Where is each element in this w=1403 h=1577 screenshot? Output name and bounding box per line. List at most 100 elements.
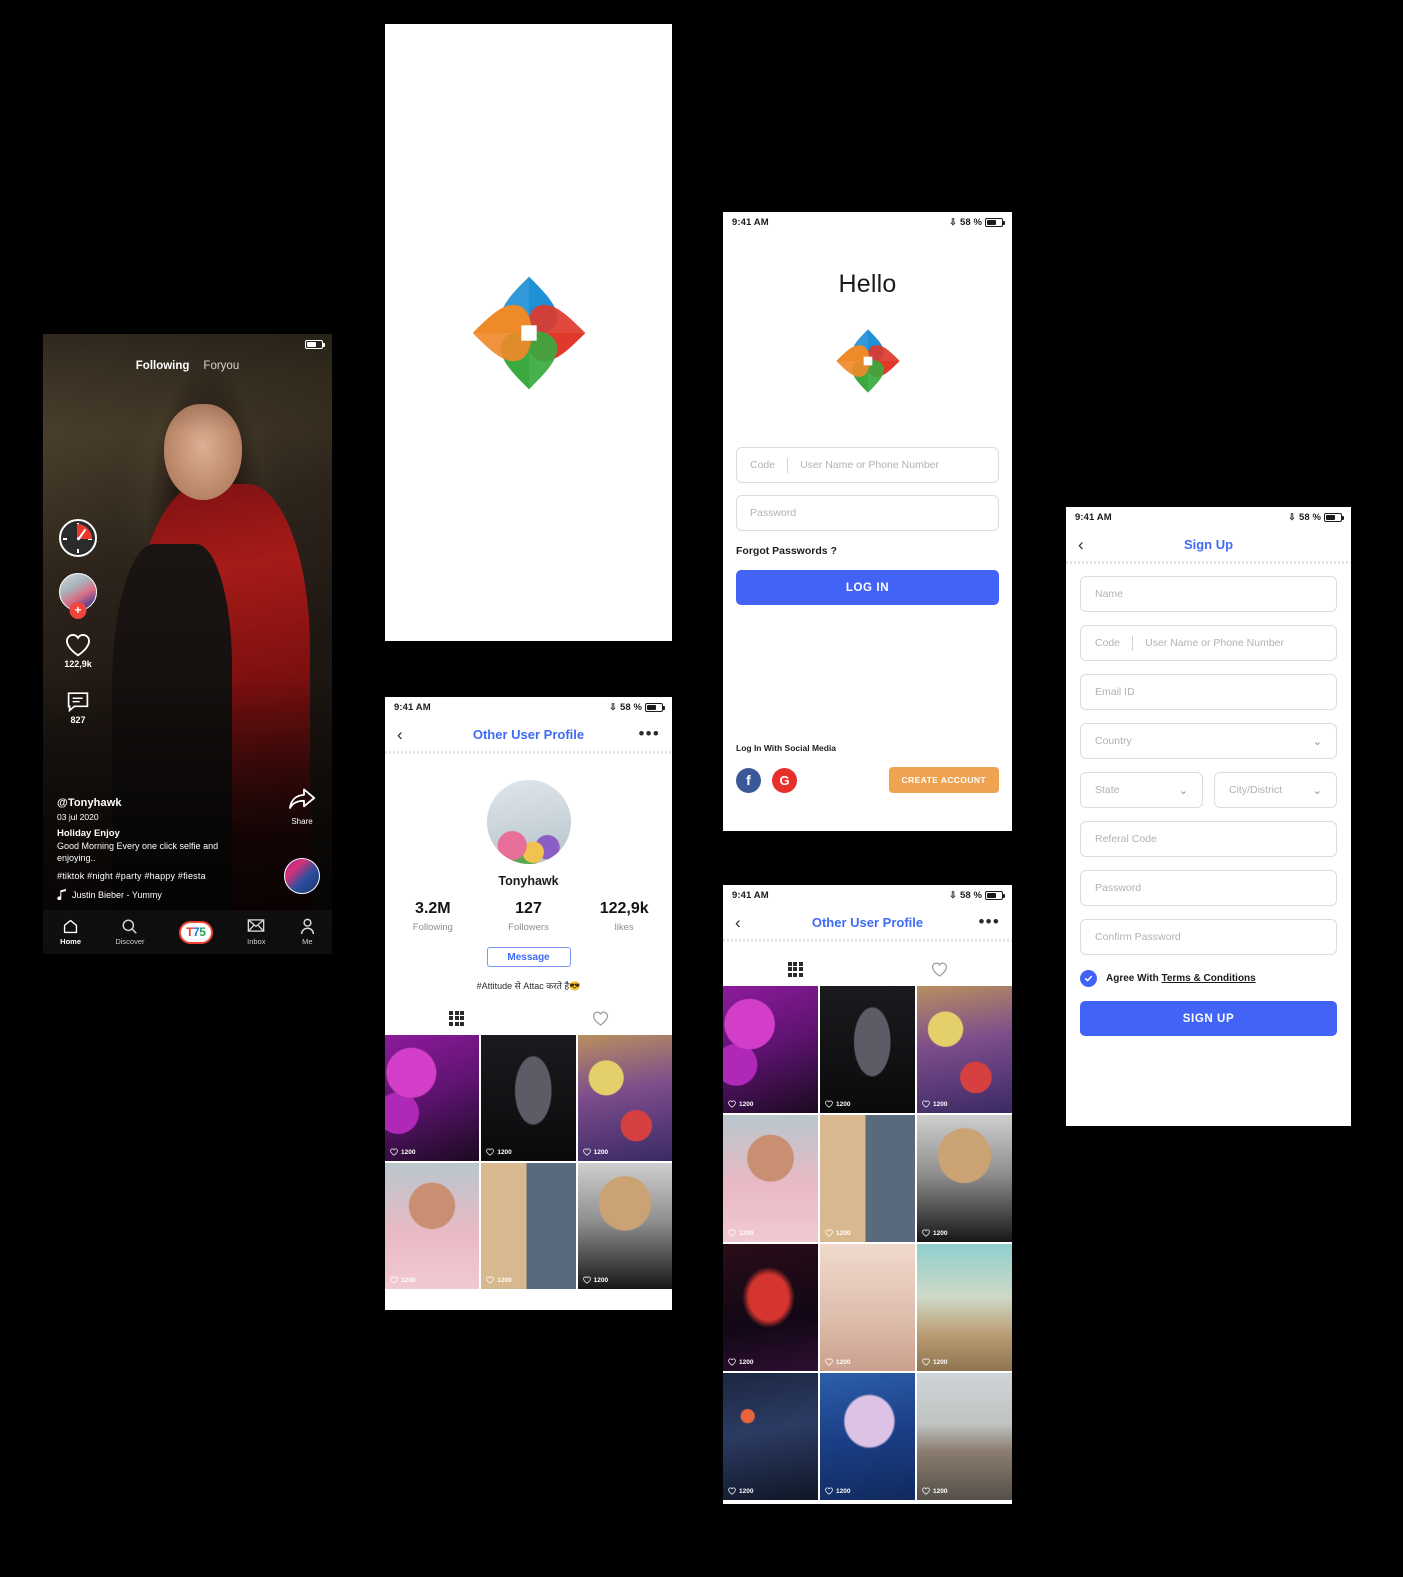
email-field[interactable]: Email ID xyxy=(1080,674,1337,710)
profile-bio: #Attitude से Attac करते है😎 xyxy=(476,981,581,991)
heart-icon xyxy=(728,1487,736,1495)
grid-photo-cell[interactable]: 1200 xyxy=(481,1035,576,1162)
photo-like-count: 1200 xyxy=(390,1148,415,1156)
search-icon xyxy=(115,918,144,935)
tab-foryou[interactable]: Foryou xyxy=(203,360,239,372)
grid-photo-cell[interactable]: 1200 xyxy=(917,1244,1012,1371)
name-field[interactable]: Name xyxy=(1080,576,1337,612)
tab-grid[interactable] xyxy=(723,956,868,982)
grid-photo-cell[interactable]: 1200 xyxy=(917,986,1012,1113)
photo-like-count: 1200 xyxy=(582,1276,608,1284)
music-title: Justin Bieber - Yummy xyxy=(72,889,162,900)
photo-like-count: 1200 xyxy=(728,1487,753,1495)
stat-likes[interactable]: 122,9k likes xyxy=(576,900,672,933)
music-disc-icon[interactable] xyxy=(59,519,97,557)
username-placeholder: User Name or Phone Number xyxy=(800,459,939,471)
caption-music[interactable]: Justin Bieber - Yummy xyxy=(57,889,247,900)
battery-percent: 58 % xyxy=(959,216,982,228)
agree-checkbox[interactable] xyxy=(1080,970,1097,987)
confirm-password-field[interactable]: Confirm Password xyxy=(1080,919,1337,955)
nav-home[interactable]: Home xyxy=(60,918,81,946)
share-arrow-icon xyxy=(289,788,316,809)
login-heading: Hello xyxy=(838,270,897,298)
password-placeholder: Password xyxy=(750,507,797,519)
share-label: Share xyxy=(291,817,313,826)
caption-username[interactable]: @Tonyhawk xyxy=(57,797,247,809)
grid-photo-cell[interactable]: 1200 xyxy=(385,1035,480,1162)
google-icon[interactable]: G xyxy=(772,767,797,793)
more-options-button[interactable]: ••• xyxy=(639,725,660,742)
bottom-nav: Home Discover T75 Inbox Me xyxy=(43,910,332,954)
person-icon xyxy=(300,918,315,935)
heart-icon xyxy=(592,1011,608,1026)
battery-icon xyxy=(985,890,1005,900)
battery-percent: 58 % xyxy=(1298,511,1321,523)
grid-photo-cell[interactable]: 1200 xyxy=(577,1163,672,1290)
chevron-down-icon: ⌄ xyxy=(1178,784,1188,797)
battery-icon xyxy=(985,217,1005,227)
nav-inbox[interactable]: Inbox xyxy=(247,918,265,946)
create-account-button[interactable]: CREATE ACCOUNT xyxy=(888,767,999,793)
stat-followers-label: Followers xyxy=(508,922,549,933)
like-button[interactable]: 122,9k xyxy=(64,633,92,669)
stat-followers[interactable]: 127 Followers xyxy=(481,900,577,933)
forgot-password-link[interactable]: Forgot Passwords ? xyxy=(723,545,1012,557)
terms-link[interactable]: Terms & Conditions xyxy=(1161,973,1255,984)
caption-description: Good Morning Every one click selfie and … xyxy=(57,841,219,863)
photo-like-count: 1200 xyxy=(728,1358,753,1366)
author-avatar[interactable]: + xyxy=(59,573,97,619)
nav-discover[interactable]: Discover xyxy=(115,918,145,946)
more-options-button[interactable]: ••• xyxy=(979,913,1000,930)
tab-grid[interactable] xyxy=(385,1005,529,1031)
grid-photo-cell[interactable]: 1200 xyxy=(723,1115,818,1242)
referral-code-field[interactable]: Referal Code xyxy=(1080,821,1337,857)
grid-photo-cell[interactable]: 1200 xyxy=(385,1163,480,1290)
grid-photo-cell[interactable]: 1200 xyxy=(481,1163,576,1290)
t75-t: T xyxy=(186,925,193,939)
signup-button[interactable]: SIGN UP xyxy=(1080,1001,1337,1036)
grid-photo-cell[interactable]: 1200 xyxy=(577,1035,672,1162)
caption-hashtags[interactable]: #tiktok #night #party #happy #fiesta xyxy=(57,871,247,881)
tab-liked[interactable] xyxy=(868,956,1013,982)
city-select[interactable]: City/District ⌄ xyxy=(1214,772,1337,808)
comment-button[interactable]: 827 xyxy=(66,691,90,725)
nav-me[interactable]: Me xyxy=(300,918,315,946)
heart-icon xyxy=(922,1487,930,1495)
grid-photo-cell[interactable]: 1200 xyxy=(820,1244,915,1371)
username-field[interactable]: Code User Name or Phone Number xyxy=(736,447,999,483)
grid-photo-cell[interactable]: 1200 xyxy=(820,986,915,1113)
login-button[interactable]: LOG IN xyxy=(736,570,999,605)
stat-following[interactable]: 3.2M Following xyxy=(385,900,481,933)
state-select[interactable]: State ⌄ xyxy=(1080,772,1203,808)
profile-stats: 3.2M Following 127 Followers 122,9k like… xyxy=(385,900,672,933)
grid-photo-cell[interactable]: 1200 xyxy=(820,1373,915,1500)
username-placeholder: User Name or Phone Number xyxy=(1145,637,1284,649)
screen-signup: 9:41 AM ⇩ 58 % ‹ Sign Up Name Code User … xyxy=(1066,507,1351,1126)
grid-photo-cell[interactable]: 1200 xyxy=(723,1373,818,1500)
grid-photo-cell[interactable]: 1200 xyxy=(917,1115,1012,1242)
facebook-icon[interactable]: f xyxy=(736,767,761,793)
nav-create[interactable]: T75 xyxy=(178,920,213,944)
grid-photo-cell[interactable]: 1200 xyxy=(917,1373,1012,1500)
duet-avatar[interactable] xyxy=(284,858,320,894)
heart-icon xyxy=(582,1148,591,1156)
tab-liked[interactable] xyxy=(529,1005,673,1031)
heart-icon xyxy=(728,1229,736,1237)
like-count: 122,9k xyxy=(64,659,92,669)
share-button[interactable]: Share xyxy=(288,787,316,826)
grid-photo-cell[interactable]: 1200 xyxy=(723,1244,818,1371)
tab-following[interactable]: Following xyxy=(136,360,190,372)
grid-photo-cell[interactable]: 1200 xyxy=(820,1115,915,1242)
bluetooth-icon: ⇩ xyxy=(609,701,617,712)
status-bar: 9:41 AM ⇩ 58 % xyxy=(385,697,672,717)
country-select[interactable]: Country ⌄ xyxy=(1080,723,1337,759)
bluetooth-icon: ⇩ xyxy=(949,216,957,227)
password-field[interactable]: Password xyxy=(736,495,999,531)
password-field[interactable]: Password xyxy=(1080,870,1337,906)
grid-photo-cell[interactable]: 1200 xyxy=(723,986,818,1113)
profile-avatar[interactable] xyxy=(486,780,571,864)
login-logo-wrap xyxy=(723,325,1012,397)
username-field[interactable]: Code User Name or Phone Number xyxy=(1080,625,1337,661)
follow-plus-button[interactable]: + xyxy=(69,602,87,619)
message-button[interactable]: Message xyxy=(486,947,571,967)
